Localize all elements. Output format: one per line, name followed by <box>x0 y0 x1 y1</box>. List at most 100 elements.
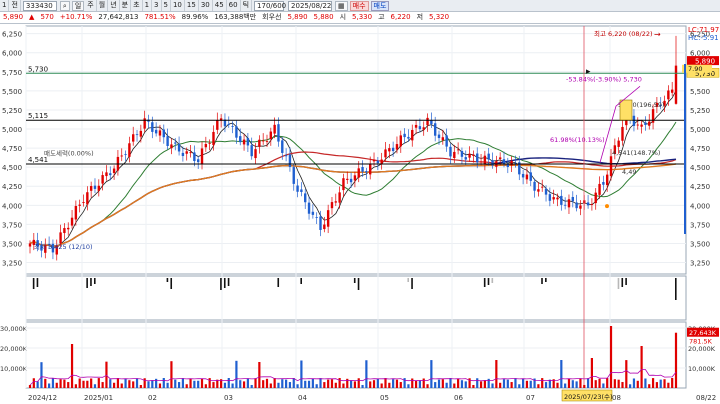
volume-bar <box>392 379 395 388</box>
volume-bar <box>388 382 391 388</box>
period-option-6[interactable]: 3 <box>152 0 162 11</box>
signal-bar <box>491 278 494 283</box>
period-day-button[interactable]: 일 <box>71 0 85 11</box>
candle-body <box>196 159 200 163</box>
signal-bar <box>411 278 413 289</box>
candle-body <box>315 217 318 218</box>
volume-bar <box>277 382 280 388</box>
volume-bar <box>55 382 58 388</box>
candle-body <box>640 124 643 127</box>
candle-body <box>476 153 479 163</box>
volume-bar <box>667 382 670 388</box>
sell-button[interactable]: 매도 <box>370 0 390 11</box>
price-tick-right: 4,750 <box>690 145 710 153</box>
volume-bar <box>495 360 498 388</box>
date-input[interactable]: 2025/08/22 <box>288 0 333 11</box>
volume-bar <box>67 382 70 388</box>
candle-body <box>86 192 89 205</box>
period-option-4[interactable]: 초 <box>131 0 143 11</box>
open-price: 5,330 <box>352 13 373 21</box>
volume: 27,642,813 <box>98 13 139 21</box>
current-price: 5,890 <box>3 13 24 21</box>
signal-bar <box>675 278 677 300</box>
volume-bar <box>644 378 647 388</box>
volume-bar <box>116 378 120 388</box>
price-tick-left: 6,250 <box>2 31 22 39</box>
volume-bar <box>246 378 249 388</box>
volume-bar <box>285 379 288 388</box>
candle-body <box>63 228 66 234</box>
volume-bar <box>273 378 276 388</box>
x-axis-label: 04 <box>298 394 307 402</box>
candle-body <box>376 160 380 164</box>
candle-body <box>441 137 445 141</box>
market-select[interactable]: 전 <box>9 0 21 11</box>
period-option-7[interactable]: 5 <box>162 0 171 11</box>
volume-bar <box>307 380 311 388</box>
candle-body <box>648 121 651 126</box>
volume-bar <box>483 380 486 388</box>
candle-body <box>560 195 563 205</box>
signal-bar <box>625 278 627 285</box>
volume-tick-right: 10,000K <box>688 365 716 373</box>
candle-body <box>472 154 475 156</box>
candle-body <box>437 134 441 139</box>
volume-bar <box>151 380 154 388</box>
period-option-12[interactable]: 60 <box>227 0 241 11</box>
chart-annotation: 매도세력(0.00%) <box>44 149 94 158</box>
candle-body <box>468 153 471 158</box>
volume-bar <box>269 383 272 388</box>
volume-bar <box>441 379 444 388</box>
volume-bar <box>28 385 32 388</box>
candle-body <box>135 134 139 136</box>
volume-bar <box>74 384 77 388</box>
period-option-3[interactable]: 분 <box>120 0 132 11</box>
volume-bar <box>609 326 613 388</box>
period-option-11[interactable]: 45 <box>213 0 227 11</box>
candle-body <box>556 197 559 200</box>
volume-bar <box>357 378 360 388</box>
candle-body <box>239 136 242 143</box>
period-option-10[interactable]: 30 <box>199 0 213 11</box>
count-input[interactable]: 170/600 <box>254 0 286 11</box>
yellow-box-text: 7.90 <box>688 65 702 73</box>
menu-button[interactable]: 1 <box>0 0 10 11</box>
period-option-8[interactable]: 10 <box>171 0 185 11</box>
price-change-pct: +10.71% <box>59 13 93 21</box>
period-option-9[interactable]: 15 <box>185 0 199 11</box>
candle-body <box>216 119 219 130</box>
volume-bar <box>185 384 188 388</box>
candle-body <box>132 134 135 142</box>
candle-body <box>361 167 364 172</box>
signal-bar <box>487 278 490 285</box>
period-option-2[interactable]: 년 <box>108 0 120 11</box>
candle-body <box>407 136 410 139</box>
stock-code-input[interactable]: 333430 <box>22 0 57 11</box>
period-option-13[interactable]: 틱 <box>241 0 253 11</box>
volume-bar <box>315 384 318 388</box>
period-option-0[interactable]: 주 <box>85 0 97 11</box>
volume-bar <box>430 360 433 388</box>
period-option-5[interactable]: 1 <box>143 0 153 11</box>
candle-body <box>59 232 62 244</box>
volume-bar <box>422 378 425 388</box>
chart-toolbar: 1 전 333430 ⌕ 일 주 월 년 분 초 1 3 5 10 15 30 45 60 틱 170/6… <box>0 0 720 12</box>
candle-body <box>189 152 192 154</box>
volume-bar <box>518 384 521 388</box>
volume-bar <box>242 381 246 388</box>
volume-bar <box>254 378 257 388</box>
buy-button[interactable]: 매수 <box>349 0 369 11</box>
issuer: 회우선 <box>262 13 282 21</box>
stock-chart[interactable]: 6,2506,2506,0006,0005,7505,7505,5005,500… <box>0 24 720 404</box>
calendar-icon[interactable]: ▦ <box>335 0 348 11</box>
signal-bar <box>545 278 547 282</box>
period-option-1[interactable]: 월 <box>97 0 109 11</box>
candle-body <box>74 205 78 220</box>
volume-bar <box>648 384 651 388</box>
volume-bar <box>369 381 372 388</box>
volume-bar <box>212 382 215 388</box>
volume-bar <box>288 382 292 388</box>
candle-body <box>365 171 368 173</box>
search-icon[interactable]: ⌕ <box>59 0 70 11</box>
candle-body <box>273 124 276 134</box>
